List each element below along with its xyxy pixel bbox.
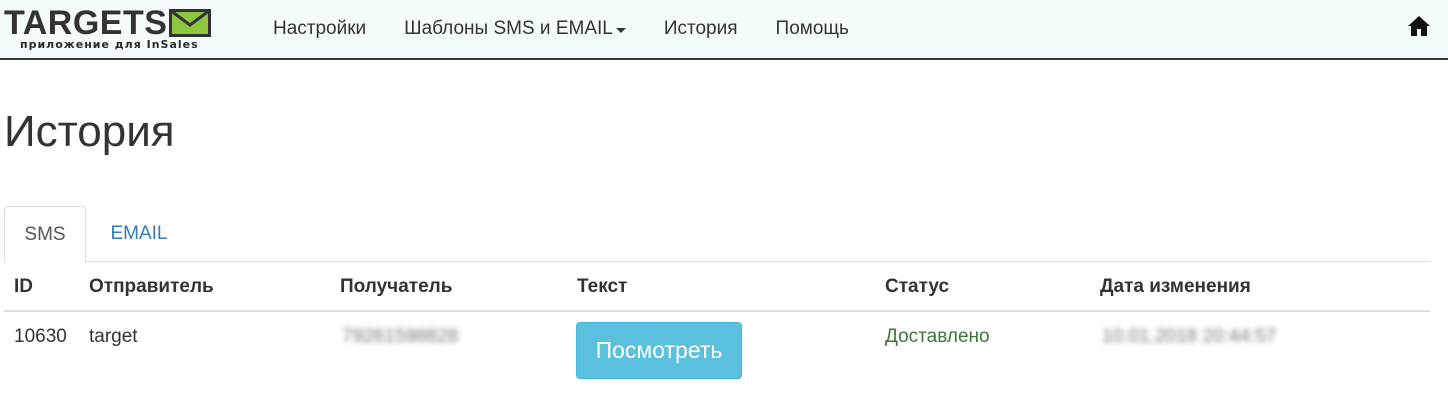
logo-text: TARGETS (4, 4, 168, 42)
nav-item-history[interactable]: История (645, 0, 757, 58)
app-logo[interactable]: TARGETS приложение для InSales (4, 6, 240, 54)
cell-id: 10630 (14, 326, 67, 347)
main-menu: Настройки Шаблоны SMS и EMAIL История По… (254, 0, 868, 58)
tab-label: EMAIL (110, 223, 168, 244)
page-title: История (4, 107, 175, 156)
nav-item-help[interactable]: Помощь (757, 0, 868, 58)
column-header-date: Дата изменения (1100, 276, 1251, 297)
nav-item-label: История (663, 18, 738, 39)
logo-wordmark: TARGETS (4, 4, 212, 42)
tab-label: SMS (24, 223, 66, 245)
cell-status: Доставлено (885, 326, 990, 347)
history-table: ID Отправитель Получатель Текст Статус Д… (4, 262, 1430, 382)
cell-changed-at: 10.01.2018 20:44:57 (1102, 326, 1277, 347)
table-row: 10630 target 79261598828 Посмотреть Дост… (4, 312, 1430, 382)
envelope-icon (169, 9, 212, 37)
cell-recipient: 79261598828 (342, 326, 459, 347)
navbar: TARGETS приложение для InSales Настройки… (0, 0, 1448, 60)
caret-down-icon (615, 28, 626, 33)
column-header-sender: Отправитель (89, 276, 214, 297)
tab-email[interactable]: EMAIL (94, 206, 184, 262)
tab-sms[interactable]: SMS (4, 206, 86, 263)
logo-subtitle: приложение для InSales (20, 38, 199, 51)
cell-sender: target (89, 326, 138, 347)
view-text-button[interactable]: Посмотреть (576, 322, 742, 379)
history-tabs: SMS EMAIL (4, 206, 1430, 263)
nav-item-templates[interactable]: Шаблоны SMS и EMAIL (385, 0, 645, 58)
home-icon[interactable] (1407, 14, 1431, 38)
nav-item-label: Настройки (273, 18, 367, 39)
column-header-text: Текст (577, 276, 628, 297)
nav-item-label: Помощь (775, 18, 849, 39)
column-header-recipient: Получатель (340, 276, 453, 297)
table-header: ID Отправитель Получатель Текст Статус Д… (4, 262, 1430, 312)
column-header-id: ID (14, 276, 33, 297)
nav-item-settings[interactable]: Настройки (254, 0, 385, 58)
nav-item-label: Шаблоны SMS и EMAIL (404, 18, 613, 39)
column-header-status: Статус (885, 276, 950, 297)
